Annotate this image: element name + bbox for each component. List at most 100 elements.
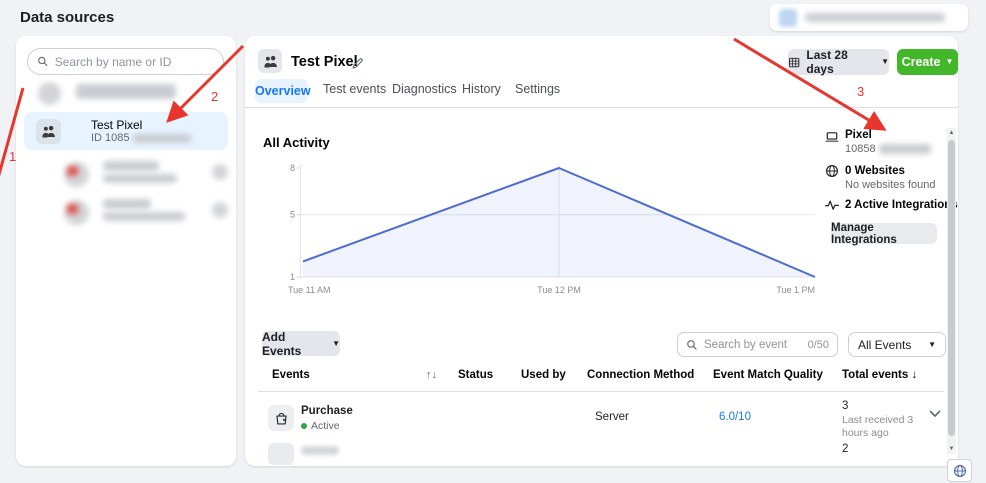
pixel-overview-panel: Test Pixel Overview Test events Diagnost… (245, 36, 958, 466)
globe-icon (825, 164, 839, 178)
status-label: Active (311, 420, 340, 432)
page-title: Data sources (20, 9, 114, 26)
event-search-input[interactable] (704, 339, 802, 351)
events-filter-label: All Events (858, 338, 911, 352)
tab-overview[interactable]: Overview (255, 79, 308, 103)
events-filter-dropdown[interactable]: All Events ▼ (848, 332, 946, 357)
data-source-item-redacted-2[interactable] (24, 158, 228, 194)
pixel-id-prefix: 10858 (845, 143, 876, 155)
globe-icon (953, 464, 967, 478)
header-divider (245, 107, 958, 108)
tab-settings[interactable]: Settings (515, 79, 560, 99)
pixel-source-icon (36, 119, 61, 144)
col-used-by[interactable]: Used by (521, 369, 566, 381)
search-icon (37, 55, 49, 68)
emq-link[interactable]: 6.0/10 (719, 411, 751, 423)
date-range-button[interactable]: Last 28 days ▼ (788, 49, 889, 75)
svg-text:Tue 1 PM: Tue 1 PM (776, 285, 815, 295)
data-sources-sidebar: Test Pixel ID 1085 (16, 36, 236, 466)
search-char-counter: 0/50 (808, 339, 829, 351)
pixel-title: Test Pixel (291, 54, 358, 70)
edit-name-button[interactable] (351, 54, 365, 72)
manage-integrations-button[interactable]: Manage Integrations (831, 223, 937, 244)
col-events[interactable]: Events (272, 369, 310, 381)
sidebar-search-input[interactable] (55, 55, 214, 69)
event-status: Active (301, 420, 340, 432)
data-source-item-test-pixel[interactable]: Test Pixel ID 1085 (24, 112, 228, 150)
pixel-title-icon (258, 49, 282, 73)
activity-chart: 158Tue 11 AMTue 12 PMTue 1 PM (275, 160, 820, 302)
data-source-id-redacted (103, 212, 185, 221)
purchase-bag-icon (268, 405, 294, 431)
col-total-events[interactable]: Total events ↓ (842, 369, 917, 381)
row-expand-chevron-icon[interactable] (929, 410, 941, 418)
event-name-partial (301, 446, 339, 455)
account-name-redacted (805, 13, 945, 22)
integrations-label: 2 Active Integrations (845, 199, 958, 211)
data-source-id: ID 1085 (91, 132, 191, 144)
tab-diagnostics[interactable]: Diagnostics (392, 79, 457, 99)
pencil-icon (351, 56, 365, 70)
col-event-match-quality[interactable]: Event Match Quality (713, 369, 823, 381)
people-icon (263, 54, 278, 69)
browser-globe-widget[interactable] (947, 459, 972, 482)
scroll-down-icon[interactable]: ▼ (947, 446, 956, 452)
event-icon-partial (268, 443, 294, 465)
account-avatar (779, 9, 797, 27)
websites-sub: No websites found (845, 179, 936, 191)
table-header-divider (258, 391, 944, 392)
add-events-label: Add Events (262, 330, 326, 358)
event-search[interactable]: 0/50 (677, 332, 838, 357)
active-status-dot (301, 423, 307, 429)
sort-icon[interactable]: ↑↓ (426, 369, 437, 381)
caret-down-icon: ▼ (332, 340, 340, 348)
svg-text:8: 8 (290, 163, 295, 173)
scrollbar-thumb[interactable] (948, 140, 955, 436)
col-connection-method[interactable]: Connection Method (587, 369, 694, 381)
svg-text:Tue 12 PM: Tue 12 PM (537, 285, 581, 295)
data-source-id-redacted (133, 134, 191, 143)
col-total-events-label: Total events (842, 369, 908, 381)
events-manager-screen: Data sources Test Pixel ID 1085 (0, 0, 986, 483)
col-status[interactable]: Status (458, 369, 493, 381)
pixel-info-id: 10858 (845, 143, 931, 155)
data-source-name: Test Pixel (91, 118, 142, 132)
scroll-up-icon[interactable]: ▲ (947, 130, 956, 136)
bag-icon (274, 411, 289, 426)
add-events-button[interactable]: Add Events ▼ (262, 331, 340, 356)
account-switcher[interactable] (770, 4, 968, 31)
tab-history[interactable]: History (462, 79, 501, 99)
warning-badge-redacted (212, 202, 228, 218)
date-range-label: Last 28 days (806, 48, 875, 76)
create-button[interactable]: Create ▼ (897, 49, 958, 75)
tab-test-events[interactable]: Test events (323, 79, 386, 99)
create-label: Create (902, 55, 941, 69)
warning-badge-redacted (212, 164, 228, 180)
search-icon (686, 339, 698, 351)
svg-text:5: 5 (290, 210, 295, 220)
sidebar-search[interactable] (27, 48, 224, 75)
total-events-value: 3 (842, 400, 848, 412)
data-source-icon-redacted (64, 200, 89, 225)
data-source-item-redacted-1[interactable] (24, 78, 228, 112)
data-source-name-redacted (103, 161, 159, 171)
last-received-line1: Last received 3 (842, 414, 913, 426)
data-source-icon-redacted (64, 162, 89, 187)
content-scrollbar[interactable]: ▲ ▼ (947, 128, 956, 454)
last-received-line2: hours ago (842, 427, 889, 439)
websites-label: 0 Websites (845, 165, 905, 177)
data-source-item-redacted-3[interactable] (24, 196, 228, 232)
caret-down-icon: ▼ (881, 58, 889, 66)
svg-text:Tue 11 AM: Tue 11 AM (288, 285, 331, 295)
caret-down-icon: ▼ (946, 58, 954, 66)
total-events-value: 2 (842, 443, 848, 455)
data-source-icon-redacted (38, 82, 61, 105)
data-source-name-redacted (76, 84, 176, 99)
activity-area (303, 168, 815, 277)
calendar-icon (788, 56, 800, 69)
event-name: Purchase (301, 405, 353, 417)
pixel-info-label: Pixel (845, 129, 872, 141)
caret-down-icon: ▼ (928, 341, 936, 349)
laptop-icon (825, 130, 839, 144)
data-source-id-redacted (103, 174, 177, 183)
